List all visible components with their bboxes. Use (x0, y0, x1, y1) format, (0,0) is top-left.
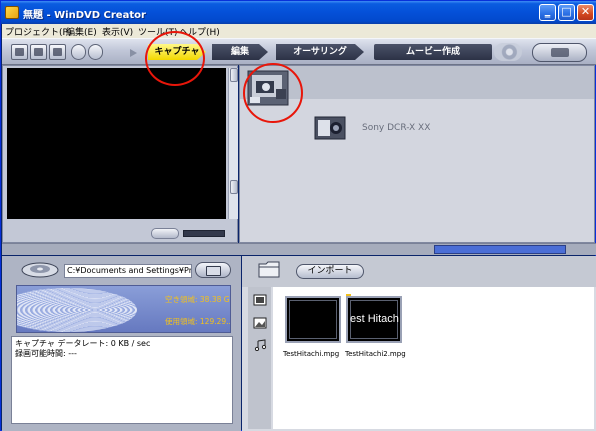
capture-data-rate: キャプチャ データレート: 0 KB / sec (15, 339, 151, 348)
menu-project[interactable]: プロジェクト(P) (5, 25, 71, 38)
progress-bar (434, 245, 566, 254)
save-project-icon[interactable] (49, 44, 66, 60)
library-header: インポート (242, 256, 596, 287)
media-filename: TestHitachi2.mpg (345, 350, 406, 358)
maximize-button[interactable]: □ (558, 4, 575, 21)
new-project-icon[interactable] (11, 44, 28, 60)
disk-graphic (17, 288, 137, 332)
image-filter-icon[interactable] (253, 317, 267, 329)
media-thumbnail[interactable] (285, 296, 341, 343)
folder-icon[interactable] (258, 260, 280, 278)
annotation-circle-capture-tab (145, 31, 205, 86)
preview-scrollbar[interactable] (228, 68, 238, 219)
undo-icon[interactable] (71, 44, 86, 60)
tab-movie-create[interactable]: ムービー作成 (374, 44, 492, 60)
settings-button[interactable] (532, 43, 587, 62)
capture-path-field[interactable]: C:¥Documents and Settings¥Prius¥... (64, 264, 192, 278)
used-space-label: 使用領域: 129.29... (165, 317, 231, 326)
audio-filter-icon[interactable] (253, 339, 267, 351)
thumbnail-area: TestHitachi.mpg est Hitach TestHitachi2.… (273, 287, 594, 429)
library-filter-sidebar (248, 287, 271, 429)
preview-panel (2, 65, 238, 243)
hdd-icon (21, 262, 59, 278)
free-space-label: 空き領域: 38.38 GB (165, 295, 231, 304)
capture-info-panel: C:¥Documents and Settings¥Prius¥... 空き領域… (2, 256, 241, 431)
preview-scroll-button[interactable] (151, 228, 179, 239)
thumbnail-overlay-text: est Hitach (350, 313, 399, 325)
tab-authoring[interactable]: オーサリング (276, 44, 364, 60)
thumbnail-image (289, 300, 337, 339)
recordable-time: 録画可能時間: --- (15, 349, 77, 358)
camcorder-device-icon[interactable] (314, 113, 348, 143)
title-bar[interactable]: 無題 - WinDVD Creator ‗ □ ✕ (1, 1, 596, 24)
window-title: 無題 - WinDVD Creator (23, 10, 146, 21)
divider-strip (2, 243, 596, 255)
menu-bar: プロジェクト(P) 編集(E) 表示(V) ツール(T) ヘルプ(H) (2, 24, 596, 38)
capture-stats: キャプチャ データレート: 0 KB / sec 録画可能時間: --- (11, 336, 233, 424)
app-icon (5, 6, 19, 19)
preview-screen (7, 68, 226, 219)
menu-edit[interactable]: 編集(E) (66, 25, 97, 38)
disk-space-meter: 空き領域: 38.38 GB 使用領域: 129.29... (16, 285, 231, 333)
import-button[interactable]: インポート (296, 264, 364, 279)
toolbar: キャプチャ 編集 オーサリング ムービー作成 (2, 38, 596, 65)
disc-icon[interactable] (494, 43, 522, 61)
device-name[interactable]: Sony DCR-X XX (362, 123, 430, 133)
close-button[interactable]: ✕ (577, 4, 594, 21)
scrollbar-thumb-bottom[interactable] (230, 180, 238, 194)
media-library-panel: インポート TestHitachi.mpg est Hitach TestHit… (242, 256, 596, 431)
scrollbar-thumb-top[interactable] (230, 68, 238, 82)
video-filter-icon[interactable] (253, 294, 267, 306)
step-arrow-icon (130, 49, 137, 57)
open-project-icon[interactable] (30, 44, 47, 60)
preview-scroll-bar[interactable] (183, 230, 225, 237)
annotation-circle-device-icon (243, 63, 303, 123)
tab-edit[interactable]: 編集 (212, 44, 268, 60)
media-thumbnail[interactable]: est Hitach (346, 296, 402, 343)
media-filename: TestHitachi.mpg (283, 350, 340, 358)
minimize-button[interactable]: ‗ (539, 4, 556, 21)
redo-icon[interactable] (88, 44, 103, 60)
menu-view[interactable]: 表示(V) (102, 25, 133, 38)
app-window: 無題 - WinDVD Creator ‗ □ ✕ プロジェクト(P) 編集(E… (0, 0, 596, 431)
browse-folder-button[interactable] (195, 262, 231, 278)
